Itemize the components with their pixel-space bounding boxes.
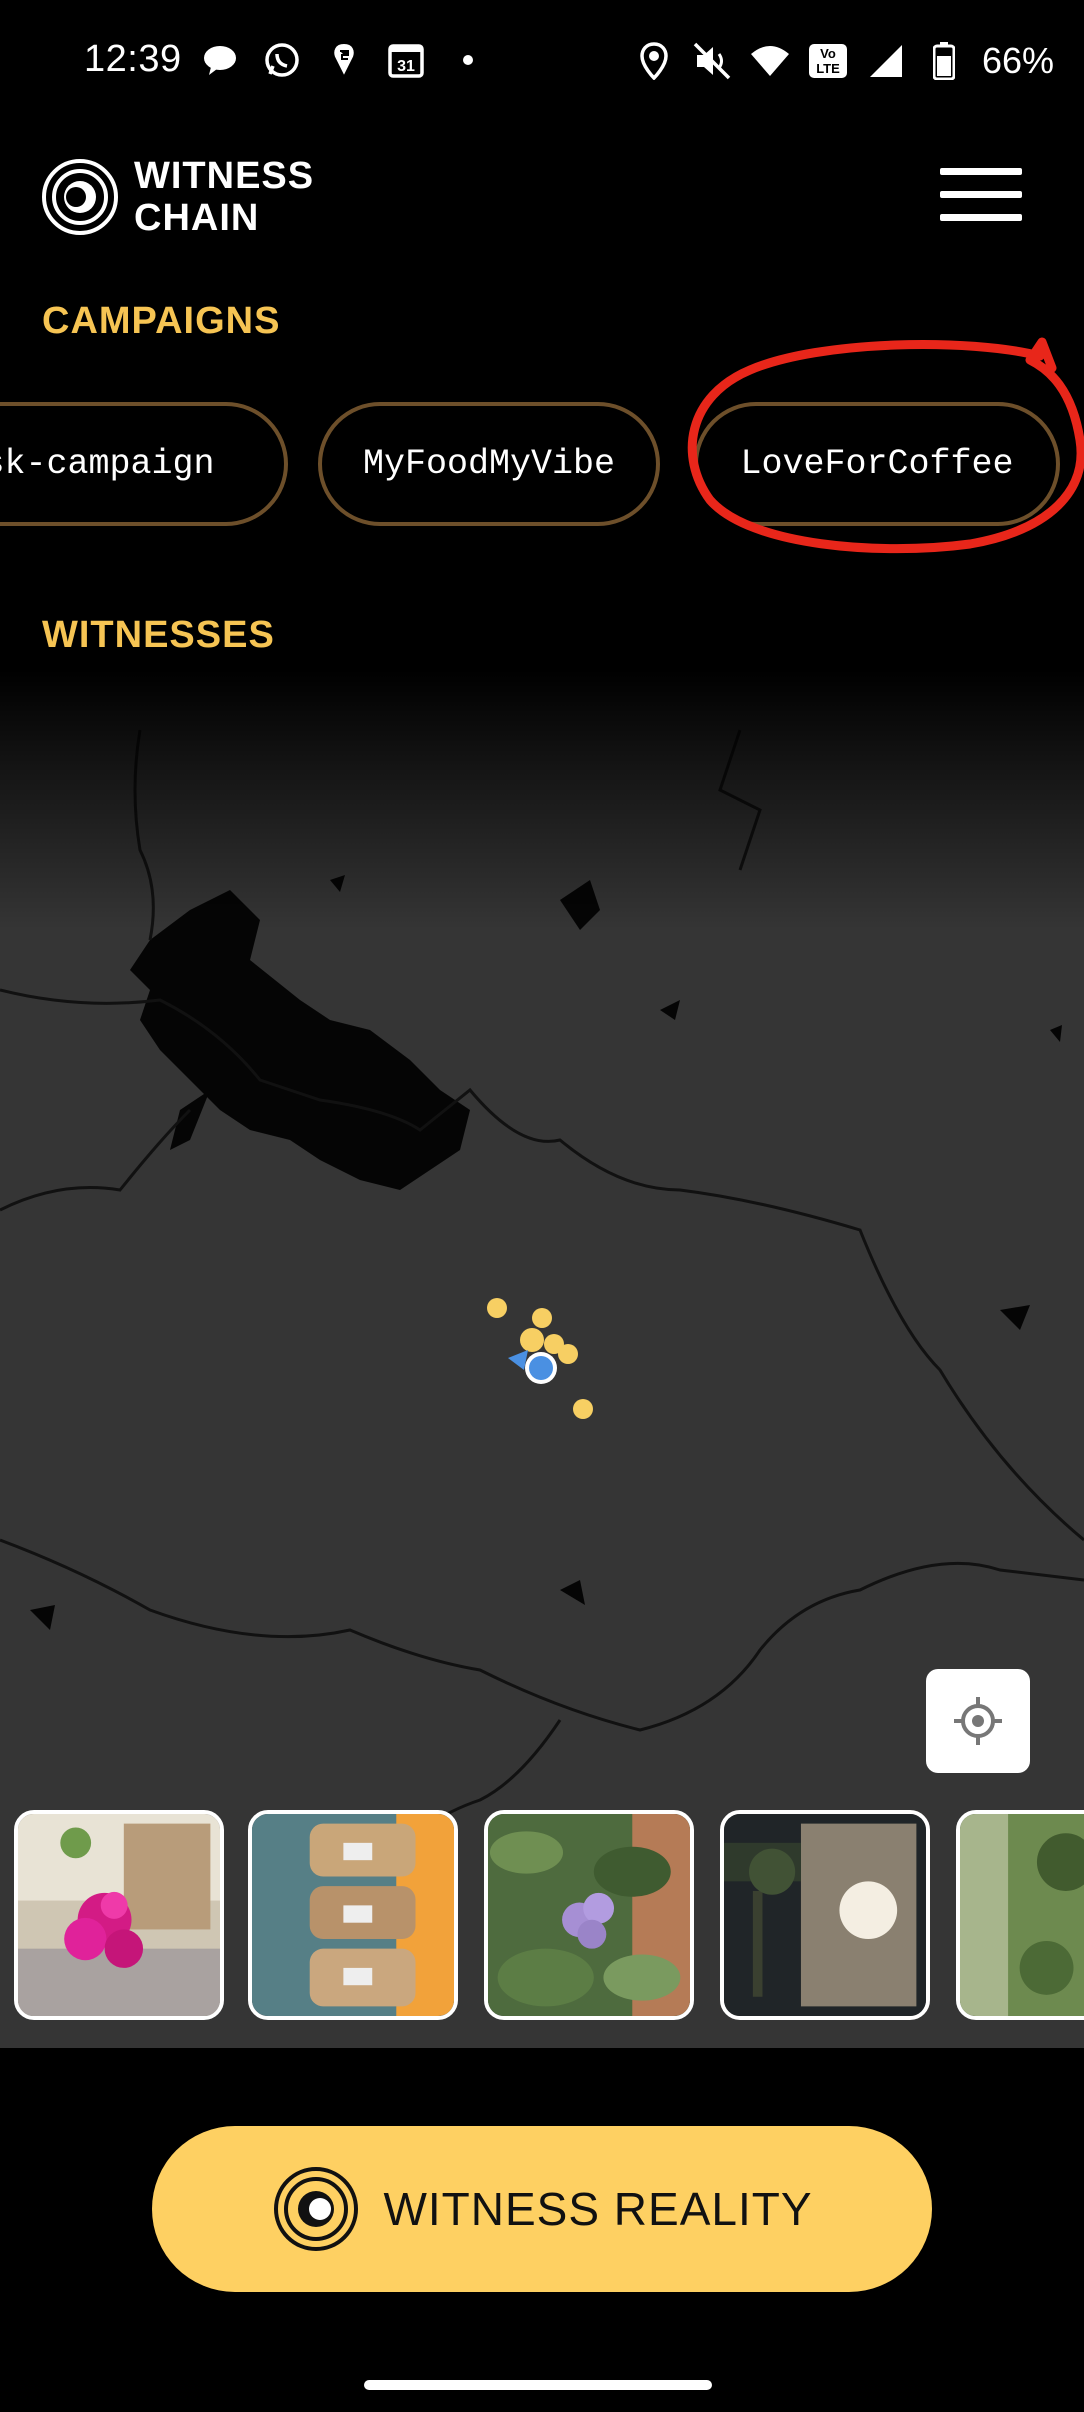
- brand-line-2: CHAIN: [134, 197, 260, 239]
- mute-icon: [692, 41, 732, 81]
- hamburger-line: [940, 191, 1022, 198]
- witness-chain-logo-icon: [274, 2167, 359, 2251]
- campaign-chip[interactable]: MyFoodMyVibe: [318, 402, 660, 526]
- campaigns-heading: CAMPAIGNS: [42, 300, 281, 342]
- hamburger-menu-button[interactable]: [940, 168, 1022, 228]
- brand-name: WITNESS CHAIN: [134, 155, 314, 239]
- calendar-icon: 31: [386, 40, 426, 80]
- svg-text:31: 31: [397, 58, 415, 75]
- campaign-chip-loveforcoffee[interactable]: LoveForCoffee: [694, 402, 1060, 526]
- wifi-icon: [750, 41, 790, 81]
- witness-thumbnail[interactable]: [484, 1810, 694, 2020]
- svg-text:LTE: LTE: [816, 61, 840, 76]
- witness-thumbnail[interactable]: [720, 1810, 930, 2020]
- battery-icon: [924, 41, 964, 81]
- campaign-chip[interactable]: sk-campaign: [0, 402, 288, 526]
- campaign-chip-list[interactable]: sk-campaign MyFoodMyVibe LoveForCoffee: [0, 402, 1084, 532]
- my-location-button[interactable]: [926, 1669, 1030, 1773]
- witness-reality-button[interactable]: WITNESS REALITY: [152, 2126, 932, 2292]
- garden-photo-icon: [960, 1814, 1084, 2016]
- witness-thumbnail[interactable]: [248, 1810, 458, 2020]
- purple-flower-photo-icon: [488, 1814, 690, 2016]
- hamburger-line: [940, 214, 1022, 221]
- jars-shelf-photo-icon: [252, 1814, 454, 2016]
- system-icons: Vo LTE 66%: [634, 40, 1054, 82]
- my-location-icon: [954, 1697, 1002, 1745]
- battery-percentage: 66%: [981, 40, 1054, 81]
- witness-chain-logo-icon: [42, 159, 118, 235]
- brand-logo-group: WITNESS CHAIN: [40, 155, 314, 239]
- whatsapp-icon: [262, 40, 302, 80]
- home-indicator[interactable]: [364, 2380, 712, 2390]
- notification-icons: 31: [200, 40, 488, 80]
- witness-thumbnail[interactable]: [14, 1810, 224, 2020]
- brand-line-1: WITNESS: [134, 155, 315, 197]
- status-bar: 12:39 31 Vo LTE 66%: [0, 0, 1084, 126]
- swiggy-icon: [324, 40, 364, 80]
- pink-flower-photo-icon: [18, 1814, 220, 2016]
- witness-reality-label: WITNESS REALITY: [383, 2183, 813, 2235]
- night-building-photo-icon: [724, 1814, 926, 2016]
- witnesses-heading: WITNESSES: [42, 614, 275, 656]
- hamburger-icon: [940, 168, 1022, 175]
- heading-arrow-icon: [508, 1350, 528, 1370]
- svg-text:Vo: Vo: [820, 46, 836, 61]
- map-top-fade: [0, 670, 1084, 930]
- signal-icon: [866, 41, 906, 81]
- location-icon: [634, 41, 674, 81]
- dot-icon: [448, 40, 488, 80]
- witness-thumbnail[interactable]: [956, 1810, 1084, 2020]
- witness-thumbnail-strip[interactable]: [0, 1810, 1084, 2022]
- volte-icon: Vo LTE: [808, 41, 848, 81]
- chat-bubble-icon: [200, 40, 240, 80]
- status-time: 12:39: [84, 38, 182, 80]
